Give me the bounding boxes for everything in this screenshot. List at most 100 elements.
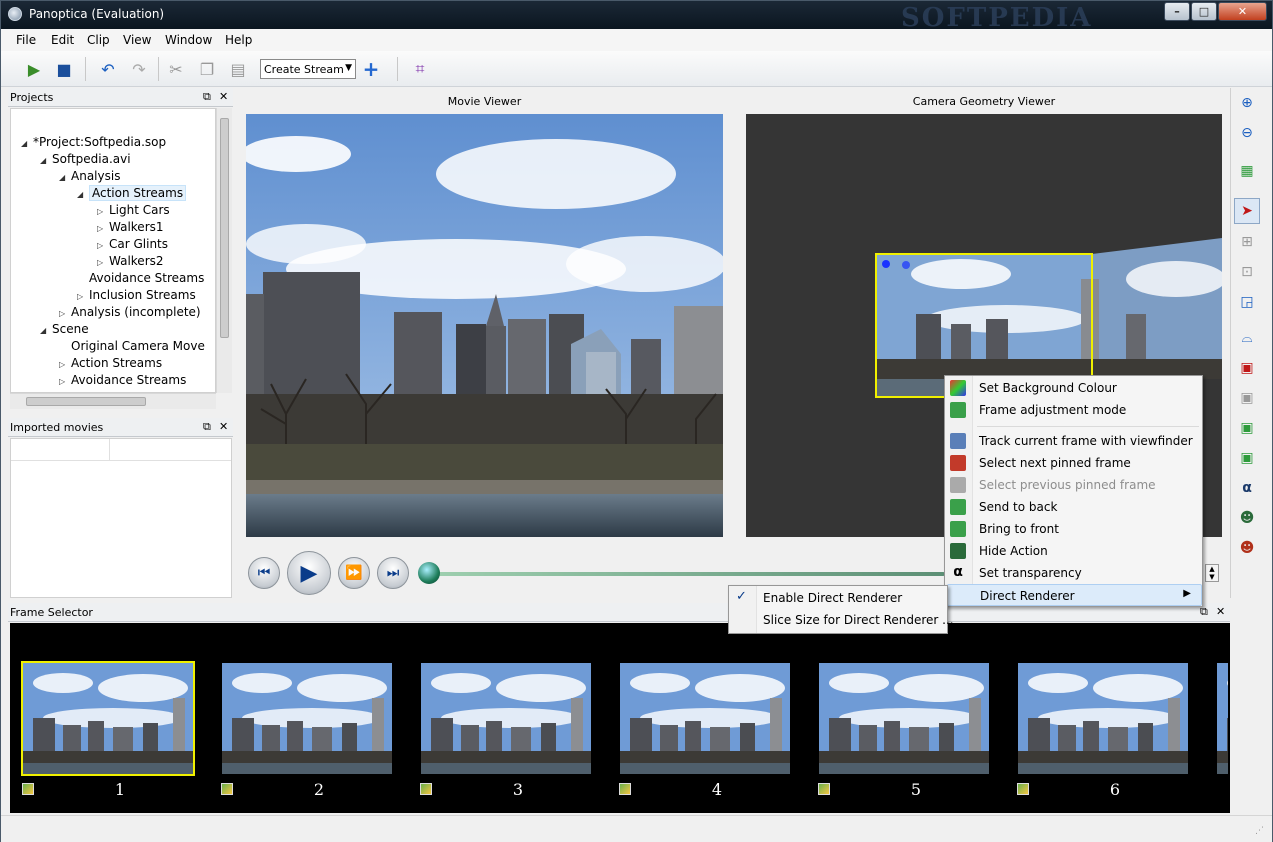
menu-view[interactable]: View [123, 33, 151, 47]
frame-spinner[interactable]: ▲ ▼ [1205, 564, 1219, 582]
zoom-out-icon[interactable]: ⊖ [1234, 120, 1260, 146]
open-icon[interactable]: ▶ [23, 58, 45, 80]
context-menu-item[interactable]: Hide Action [945, 540, 1202, 562]
maximize-button[interactable]: □ [1191, 2, 1217, 21]
movie-viewer[interactable] [246, 114, 723, 537]
expand-arrow-icon[interactable]: ▷ [59, 309, 71, 318]
tree-item[interactable]: ▷ Action Streams [59, 356, 162, 370]
context-menu-item[interactable]: Frame adjustment mode [945, 399, 1202, 421]
scroll-thumb[interactable] [26, 397, 146, 406]
tree-item[interactable]: ◢ *Project:Softpedia.sop [21, 135, 166, 149]
frame-adjust-icon[interactable]: ▦ [1234, 158, 1260, 184]
frame-thumbnail[interactable] [220, 661, 394, 776]
scale-tool-icon[interactable]: ⊡ [1234, 259, 1260, 285]
next-pinned-icon[interactable]: ▣ [1234, 355, 1260, 381]
frame-thumbnail[interactable] [817, 661, 991, 776]
grid-tool-icon[interactable]: ⊞ [1234, 229, 1260, 255]
submenu-item[interactable]: Slice Size for Direct Renderer ... [729, 609, 954, 631]
context-menu-item[interactable]: Select previous pinned frame [945, 474, 1202, 496]
frame-thumbnail[interactable] [618, 661, 792, 776]
first-frame-button[interactable]: ⏮ [248, 557, 280, 589]
context-menu-item[interactable]: Send to back [945, 496, 1202, 518]
tree-item[interactable]: Original Camera Move [59, 339, 205, 353]
collapse-arrow-icon[interactable]: ◢ [40, 156, 52, 165]
timeline-track[interactable] [425, 572, 945, 576]
submenu-item[interactable]: ✓ Enable Direct Renderer [729, 587, 947, 609]
prev-pinned-icon[interactable]: ▣ [1234, 385, 1260, 411]
add-stream-icon[interactable]: + [360, 57, 382, 81]
copy-icon[interactable]: ❐ [196, 58, 218, 80]
float-icon[interactable]: ⧉ [203, 90, 211, 104]
close-icon[interactable]: ✕ [1216, 605, 1225, 618]
tree-item[interactable]: ◢ Action Streams [77, 185, 187, 201]
context-menu-item[interactable]: Set Background Colour [945, 377, 1202, 399]
context-menu-item[interactable]: α Set transparency [945, 562, 1202, 584]
context-menu-item[interactable]: Direct Renderer ▶ [947, 584, 1202, 606]
collapse-arrow-icon[interactable]: ◢ [77, 190, 89, 199]
frame-thumbnail[interactable] [1215, 661, 1230, 776]
context-menu-item[interactable]: Bring to front [945, 518, 1202, 540]
zoom-in-icon[interactable]: ⊕ [1234, 90, 1260, 116]
save-icon[interactable]: ■ [53, 58, 75, 80]
context-menu-item[interactable]: Track current frame with viewfinder [945, 430, 1202, 452]
fast-forward-button[interactable]: ⏩ [338, 557, 370, 589]
frame-pin-icon[interactable] [1017, 783, 1029, 795]
expand-arrow-icon[interactable]: ▷ [97, 224, 109, 233]
expand-arrow-icon[interactable]: ▷ [59, 360, 71, 369]
close-icon[interactable]: ✕ [219, 420, 228, 433]
tree-item[interactable]: ◢ Analysis [59, 169, 120, 183]
collapse-arrow-icon[interactable]: ◢ [21, 139, 33, 148]
frame-strip[interactable]: 1 2 3 4 5 6 [10, 623, 1230, 813]
projects-horizontal-scrollbar[interactable] [10, 393, 216, 409]
alpha-icon[interactable]: α [1234, 475, 1260, 501]
minimize-button[interactable]: – [1164, 2, 1190, 21]
play-button[interactable]: ▶ [287, 551, 331, 595]
viewfinder-icon[interactable]: ⌓ [1234, 325, 1260, 351]
frame-pin-icon[interactable] [619, 783, 631, 795]
show-action-icon[interactable]: ☻ [1234, 535, 1260, 561]
last-frame-button[interactable]: ⏭ [377, 557, 409, 589]
projects-vertical-scrollbar[interactable] [216, 108, 232, 393]
close-icon[interactable]: ✕ [219, 90, 228, 103]
select-tool-icon[interactable]: ➤ [1234, 198, 1260, 224]
frame-pin-icon[interactable] [221, 783, 233, 795]
paste-icon[interactable]: ▤ [227, 58, 249, 80]
close-button[interactable]: ✕ [1218, 2, 1267, 21]
undo-icon[interactable]: ↶ [97, 58, 119, 80]
tree-item[interactable]: Avoidance Streams [77, 271, 204, 285]
collapse-arrow-icon[interactable]: ◢ [40, 326, 52, 335]
tree-item[interactable]: ▷ Light Cars [97, 203, 170, 217]
expand-arrow-icon[interactable]: ▷ [97, 207, 109, 216]
menu-window[interactable]: Window [165, 33, 212, 47]
frame-thumbnail[interactable] [419, 661, 593, 776]
send-back-icon[interactable]: ▣ [1234, 415, 1260, 441]
menu-clip[interactable]: Clip [87, 33, 110, 47]
cut-icon[interactable]: ✂ [165, 58, 187, 80]
menu-help[interactable]: Help [225, 33, 252, 47]
collapse-arrow-icon[interactable]: ◢ [59, 173, 71, 182]
context-menu-item[interactable]: Select next pinned frame [945, 452, 1202, 474]
expand-arrow-icon[interactable]: ▷ [77, 292, 89, 301]
tree-item[interactable]: ▷ Analysis (incomplete) [59, 305, 201, 319]
frame-pin-icon[interactable] [420, 783, 432, 795]
menu-edit[interactable]: Edit [51, 33, 74, 47]
frame-pin-icon[interactable] [818, 783, 830, 795]
frame-pin-icon[interactable] [22, 783, 34, 795]
create-stream-select[interactable]: Create Stream ▼ [260, 59, 356, 79]
expand-arrow-icon[interactable]: ▷ [97, 258, 109, 267]
expand-arrow-icon[interactable]: ▷ [97, 241, 109, 250]
tree-item[interactable]: ▷ Car Glints [97, 237, 168, 251]
scroll-thumb[interactable] [220, 118, 229, 338]
crop-tool-icon[interactable]: ◲ [1234, 289, 1260, 315]
menu-file[interactable]: File [16, 33, 36, 47]
timeline-handle[interactable] [418, 562, 440, 584]
tree-item[interactable]: ▷ Walkers1 [97, 220, 164, 234]
tree-item[interactable]: ▷ Avoidance Streams [59, 373, 186, 387]
expand-arrow-icon[interactable]: ▷ [59, 377, 71, 386]
float-icon[interactable]: ⧉ [203, 420, 211, 434]
bring-front-icon[interactable]: ▣ [1234, 445, 1260, 471]
redo-icon[interactable]: ↷ [128, 58, 150, 80]
frame-thumbnail[interactable] [21, 661, 195, 776]
hide-action-icon[interactable]: ☻ [1234, 505, 1260, 531]
resize-grip-icon[interactable]: ⋰ [1255, 826, 1264, 836]
